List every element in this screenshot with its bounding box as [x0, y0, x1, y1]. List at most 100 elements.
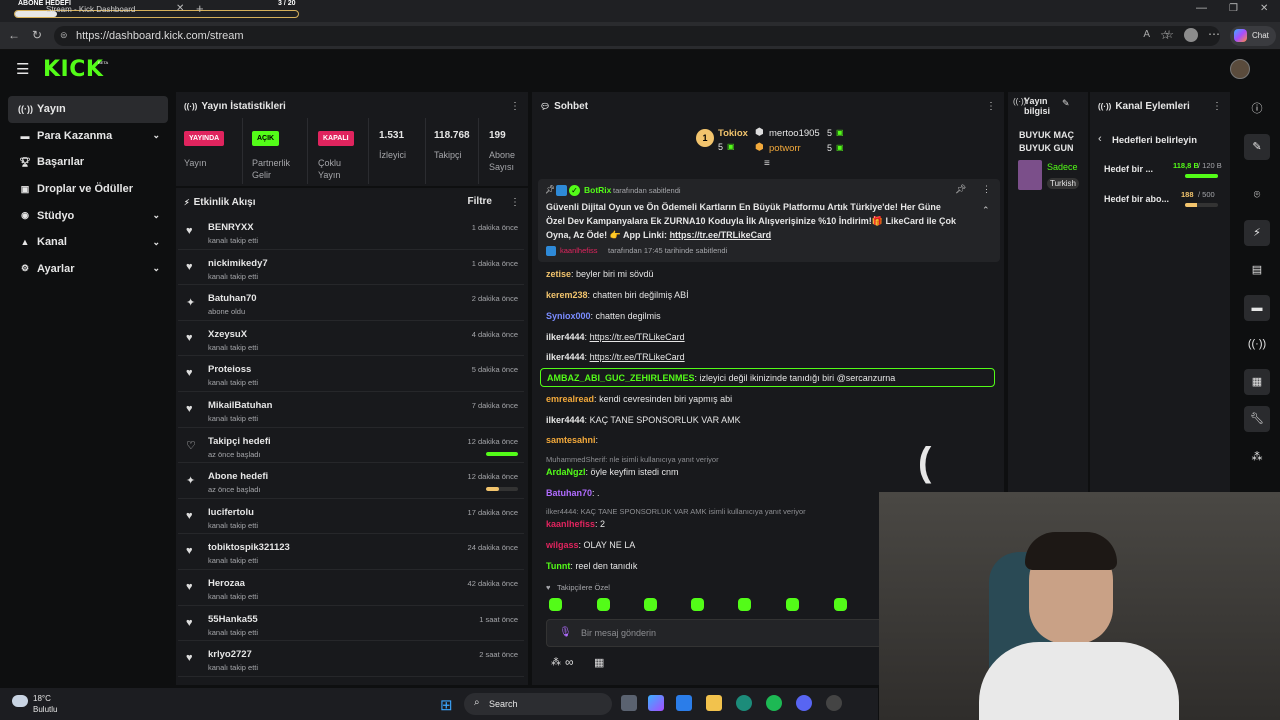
refresh-icon[interactable]: ↻: [32, 28, 42, 42]
goal-label[interactable]: Hedef bir ...: [1104, 164, 1153, 174]
emote-icon[interactable]: [549, 598, 562, 611]
document-icon[interactable]: ▤: [1244, 257, 1270, 283]
sidebar-item-basarilar[interactable]: 🏆︎ Başarılar: [8, 149, 168, 176]
activity-item[interactable]: ♥ tobiktospik321123 kanalı takip etti 24 da…: [178, 534, 524, 570]
broadcast-icon[interactable]: ((·)): [1244, 331, 1270, 357]
spotify-icon[interactable]: [766, 695, 782, 711]
activity-item[interactable]: ♥ MikailBatuhan kanalı takip etti 7 dakika …: [178, 392, 524, 428]
activity-item[interactable]: ♥ lucifertolu kanalı takip etti 17 dakika ö…: [178, 499, 524, 535]
hamburger-menu-icon[interactable]: ☰: [16, 60, 29, 78]
goals-back-button[interactable]: Hedefleri belirleyin: [1112, 135, 1197, 146]
more-options-icon[interactable]: ⋮: [986, 101, 996, 112]
unpin-icon[interactable]: 📌︎: [955, 184, 966, 195]
chat-username[interactable]: Syniox000: [546, 311, 591, 321]
top-gifter-name[interactable]: Tokiox: [718, 128, 748, 139]
emote-icon[interactable]: [786, 598, 799, 611]
sidebar-item-studyo[interactable]: ◉ Stüdyo ⌄: [8, 202, 168, 229]
kick-logo[interactable]: KICK: [43, 57, 103, 82]
more-options-icon[interactable]: ⋮: [510, 101, 520, 112]
windows-start-icon[interactable]: ⊞: [440, 696, 453, 714]
more-options-icon[interactable]: ⋮: [1212, 101, 1222, 112]
activity-item[interactable]: ♥ 55Hanka55 kanalı takip etti 1 saat önce: [178, 606, 524, 642]
category-name[interactable]: Sadece: [1047, 162, 1078, 172]
emote-icon[interactable]: [644, 598, 657, 611]
chat-message[interactable]: kaanlhefiss: 2: [546, 519, 605, 529]
layout-icon[interactable]: ▦: [1244, 369, 1270, 395]
chat-settings-icon[interactable]: ⁂: [551, 657, 561, 668]
more-icon[interactable]: ⋯: [1208, 27, 1220, 41]
pinned-user[interactable]: BotRix: [584, 185, 611, 195]
activity-user[interactable]: Batuhan70: [208, 293, 257, 304]
chat-message[interactable]: ilker4444: https://tr.ee/TRLikeCard: [546, 352, 685, 362]
emote-icon[interactable]: [597, 598, 610, 611]
activity-item[interactable]: ♥ krlyo2727 kanalı takip etti 2 saat önce: [178, 641, 524, 677]
chat-username[interactable]: ilker4444: [546, 415, 585, 425]
browser-tab-title[interactable]: Stream - Kick Dashboard: [46, 5, 135, 14]
category-thumbnail[interactable]: [1018, 160, 1042, 190]
sidebar-item-kanal[interactable]: ▲ Kanal ⌄: [8, 229, 168, 256]
top-gifter-name[interactable]: potworr: [769, 143, 801, 154]
activity-user[interactable]: XzeysuX: [208, 329, 247, 340]
taskbar-search[interactable]: ⌕ Search: [464, 693, 612, 715]
activity-user[interactable]: Herozaa: [208, 578, 245, 589]
chat-username[interactable]: emrealread: [546, 394, 594, 404]
chat-username[interactable]: wilgass: [546, 540, 579, 550]
filter-button[interactable]: Filtre: [468, 196, 492, 207]
sidebar-item-para-kazanma[interactable]: ▬ Para Kazanma ⌄: [8, 123, 168, 150]
chat-username[interactable]: kerem238: [546, 290, 588, 300]
chat-username[interactable]: ilker4444: [546, 332, 585, 342]
apps-icon[interactable]: ⁂: [1244, 444, 1270, 470]
expand-leaderboard-icon[interactable]: ≡: [764, 158, 770, 169]
chat-username[interactable]: kaanlhefiss: [546, 519, 595, 529]
sidebar-item-ayarlar[interactable]: ⚙ Ayarlar ⌄: [8, 256, 168, 283]
store-icon[interactable]: [676, 695, 692, 711]
chat-message[interactable]: kerem238: chatten biri değilmiş ABİ: [546, 290, 689, 300]
task-view-icon[interactable]: [621, 695, 637, 711]
activity-user[interactable]: 55Hanka55: [208, 614, 258, 625]
maximize-icon[interactable]: ❐: [1229, 3, 1238, 14]
points-icon[interactable]: ∞: [565, 655, 574, 669]
sidebar-item-yayin[interactable]: ((·)) Yayın: [8, 96, 168, 123]
goal-label[interactable]: Hedef bir abo...: [1104, 194, 1169, 204]
edge-icon[interactable]: [736, 695, 752, 711]
site-info-icon[interactable]: ⊜: [60, 30, 68, 41]
chat-message[interactable]: ilker4444: KAÇ TANE SPONSORLUK VAR AMK: [546, 415, 741, 425]
favorites-icon[interactable]: ☆: [1160, 28, 1171, 42]
chat-username[interactable]: ilker4444: [546, 352, 585, 362]
chat-message[interactable]: zetise: beyler biri mi sövdü: [546, 269, 654, 279]
chat-username[interactable]: ArdaNgzl: [546, 467, 586, 477]
lightning-icon[interactable]: ⚡︎: [1244, 220, 1270, 246]
chat-message[interactable]: Syniox000: chatten degilmis: [546, 311, 661, 321]
minimize-icon[interactable]: —: [1196, 2, 1207, 14]
activity-user[interactable]: Takipçi hedefi: [208, 436, 271, 447]
back-arrow-icon[interactable]: ‹: [1098, 133, 1102, 145]
more-options-icon[interactable]: ⋮: [982, 184, 991, 195]
weather-desc[interactable]: Bulutlu: [33, 705, 57, 714]
copilot-icon[interactable]: [648, 695, 664, 711]
activity-user[interactable]: krlyo2727: [208, 649, 252, 660]
activity-item[interactable]: ♥ BENRYXX kanalı takip etti 1 dakika önce: [178, 214, 524, 250]
chat-message[interactable]: samtesahni:: [546, 435, 598, 445]
file-explorer-icon[interactable]: [706, 695, 722, 711]
edit-icon[interactable]: ✎: [1244, 134, 1270, 160]
chevron-up-icon[interactable]: ⌃: [982, 205, 990, 216]
chat-username[interactable]: zetise: [546, 269, 571, 279]
profile-icon[interactable]: [1184, 28, 1198, 42]
close-window-icon[interactable]: ✕: [1260, 3, 1268, 14]
obs-icon[interactable]: [826, 695, 842, 711]
activity-user[interactable]: MikailBatuhan: [208, 400, 272, 411]
avatar[interactable]: [1230, 59, 1250, 79]
activity-item[interactable]: ♥ XzeysuX kanalı takip etti 4 dakika önce: [178, 321, 524, 357]
chat-username[interactable]: samtesahni: [546, 435, 596, 445]
chat-message[interactable]: Batuhan70: .: [546, 488, 600, 498]
read-aloud-icon[interactable]: A: [1143, 29, 1150, 40]
info-icon[interactable]: ⓘ: [1244, 96, 1270, 122]
close-tab-icon[interactable]: ✕: [176, 3, 184, 14]
activity-user[interactable]: Proteioss: [208, 364, 251, 375]
activity-user[interactable]: nickimikedy7: [208, 258, 268, 269]
activity-item[interactable]: ♡ Takipçi hedefi az önce başladı 12 dakika …: [178, 428, 524, 464]
emote-icon[interactable]: [691, 598, 704, 611]
activity-item[interactable]: ♥ Herozaa kanalı takip etti 42 dakika önce: [178, 570, 524, 606]
store-icon[interactable]: ▦: [594, 656, 604, 669]
back-icon[interactable]: ←: [8, 28, 20, 42]
